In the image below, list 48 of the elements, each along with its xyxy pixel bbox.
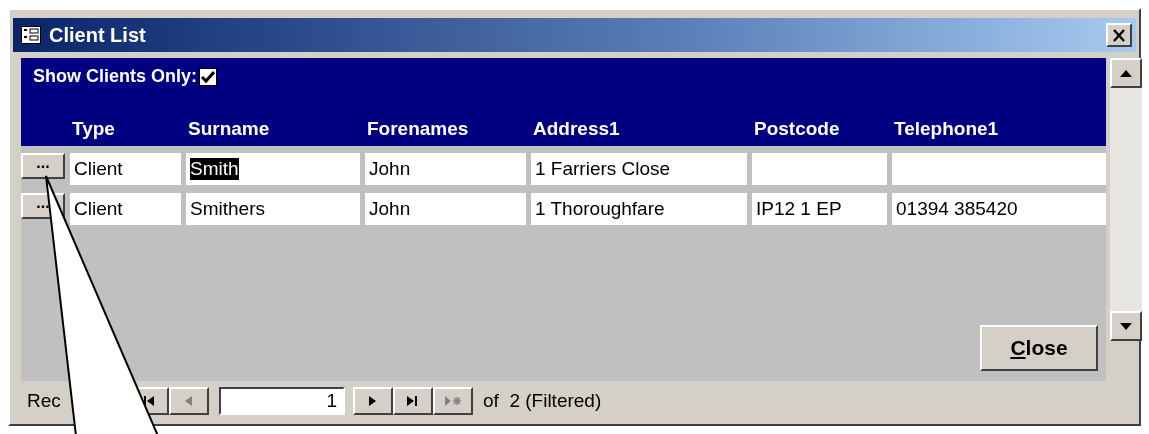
field-cell[interactable]: Smithers — [186, 193, 360, 225]
record-label: Rec — [27, 390, 62, 412]
check-icon — [201, 70, 215, 83]
field-cell[interactable] — [892, 153, 1106, 185]
field-cell[interactable]: IP12 1 EP — [752, 193, 887, 225]
column-header: Postcode — [753, 118, 841, 140]
field-cell[interactable]: 1 Farriers Close — [531, 153, 747, 185]
form-icon — [21, 26, 41, 44]
cell-text: 1 Thoroughfare — [535, 198, 665, 220]
cell-text: Client — [74, 198, 123, 220]
up-arrow-icon — [1120, 69, 1132, 77]
field-cell[interactable]: John — [365, 193, 526, 225]
next-record-button[interactable] — [353, 387, 393, 415]
field-cell[interactable] — [752, 153, 887, 185]
cell-text: John — [369, 198, 411, 220]
scroll-down-button[interactable] — [1110, 311, 1142, 341]
scroll-up-button[interactable] — [1110, 58, 1142, 88]
field-cell[interactable]: 01394 385420 — [892, 193, 1106, 225]
column-header: Address1 — [532, 118, 621, 140]
column-header: Type — [71, 118, 116, 140]
close-icon — [1112, 28, 1126, 42]
record-count: of 2 (Filtered) — [483, 390, 602, 412]
cell-text: Smithers — [190, 198, 265, 220]
cell-text: 1 Farriers Close — [535, 158, 671, 180]
column-header: Forenames — [366, 118, 470, 140]
record-button[interactable]: ... — [21, 153, 65, 179]
column-header: Surname — [187, 118, 271, 140]
selected-text: Smith — [190, 158, 239, 180]
cell-text: 01394 385420 — [896, 198, 1018, 220]
show-clients-checkbox[interactable] — [199, 67, 217, 86]
field-cell[interactable]: Client — [70, 193, 181, 225]
cell-text: John — [369, 158, 411, 180]
field-cell[interactable]: John — [365, 153, 526, 185]
new-record-icon — [444, 393, 462, 409]
close-button[interactable]: Close — [980, 325, 1098, 371]
scrollbar[interactable] — [1110, 58, 1142, 341]
column-header: Telephone1 — [893, 118, 1000, 140]
filter-label: Show Clients Only: — [33, 66, 197, 87]
down-arrow-icon — [1120, 322, 1132, 330]
cell-text: Client — [74, 158, 123, 180]
field-cell[interactable]: Client — [70, 153, 181, 185]
cell-text: IP12 1 EP — [756, 198, 842, 220]
field-cell[interactable]: Smith — [186, 153, 360, 185]
close-window-button[interactable] — [1106, 23, 1132, 47]
record-number-field[interactable]: 1 — [219, 387, 345, 415]
field-cell[interactable]: 1 Thoroughfare — [531, 193, 747, 225]
window-title: Client List — [49, 23, 147, 47]
last-record-button[interactable] — [393, 387, 433, 415]
